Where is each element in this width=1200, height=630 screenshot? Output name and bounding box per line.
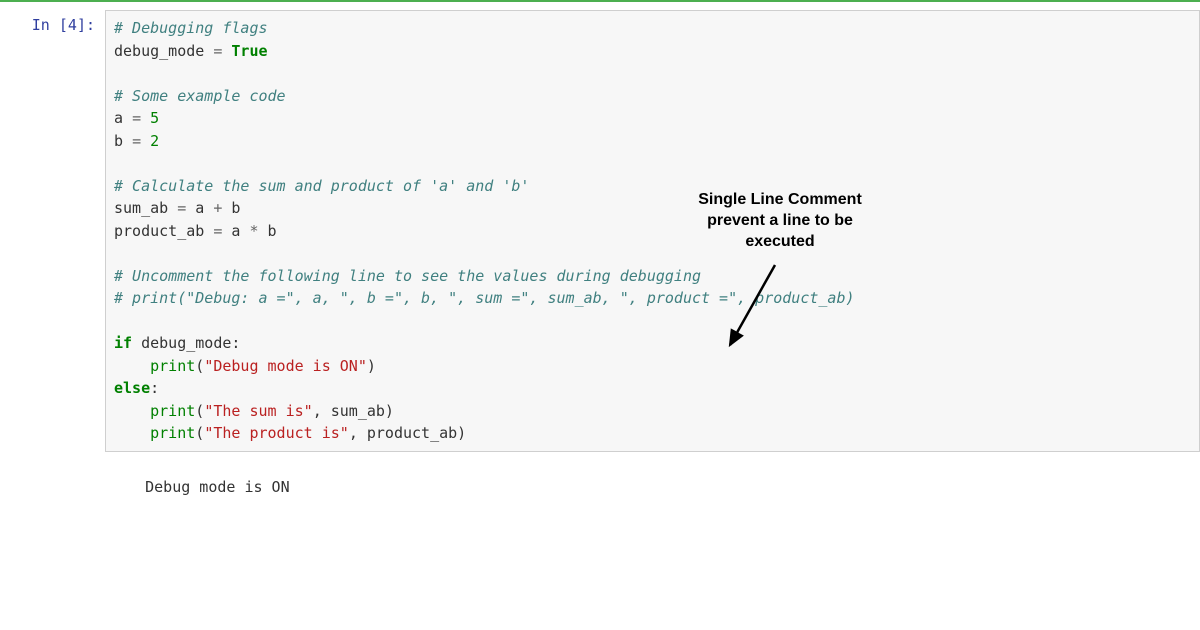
comment: # Uncomment the following line to see th… [114,267,701,285]
code-token: print [150,402,195,420]
code-token: print [150,424,195,442]
code-token: b [114,132,132,150]
code-token: , product_ab) [349,424,466,442]
code-token: "The product is" [204,424,349,442]
code-token: ( [195,402,204,420]
code-token: = [177,199,186,217]
code-token: "The sum is" [204,402,312,420]
prompt-label: In [ [32,16,68,34]
output-area: Debug mode is ON [95,452,1200,522]
code-token: a [114,109,132,127]
code-token [114,402,150,420]
code-token: debug_mode [114,42,213,60]
comment: # Some example code [114,87,286,105]
comment: # print("Debug: a =", a, ", b =", b, ", … [114,289,855,307]
code-editor[interactable]: # Debugging flags debug_mode = True # So… [105,10,1200,452]
code-token [114,357,150,375]
code-token: b [259,222,277,240]
code-cell: In [4]: # Debugging flags debug_mode = T… [0,0,1200,452]
code-token [114,424,150,442]
prompt-close: ]: [77,16,95,34]
code-token: ) [367,357,376,375]
code-token: sum_ab [114,199,177,217]
code-token: a [186,199,213,217]
comment: # Debugging flags [114,19,268,37]
code-token: : [150,379,159,397]
annotation-text: Single Line Comment prevent a line to be… [670,190,890,252]
code-token: print [150,357,195,375]
code-token: else [114,379,150,397]
output-text: Debug mode is ON [145,478,290,496]
code-token: = [132,109,141,127]
code-token: product_ab [114,222,213,240]
code-token: True [222,42,267,60]
code-token: 5 [141,109,159,127]
code-token: ( [195,357,204,375]
code-token: a [222,222,249,240]
annotation-line: prevent a line to be [670,211,890,232]
code-token: debug_mode: [132,334,240,352]
notebook-container: In [4]: # Debugging flags debug_mode = T… [0,0,1200,522]
prompt-number: 4 [68,16,77,34]
code-token: * [249,222,258,240]
code-token: = [132,132,141,150]
code-token: b [222,199,240,217]
annotation-line: Single Line Comment [670,190,890,211]
code-token: 2 [141,132,159,150]
code-token: ( [195,424,204,442]
input-prompt: In [4]: [0,10,105,452]
code-token: if [114,334,132,352]
comment: # Calculate the sum and product of 'a' a… [114,177,529,195]
code-token: "Debug mode is ON" [204,357,367,375]
annotation-line: executed [670,232,890,253]
code-token: , sum_ab) [313,402,394,420]
